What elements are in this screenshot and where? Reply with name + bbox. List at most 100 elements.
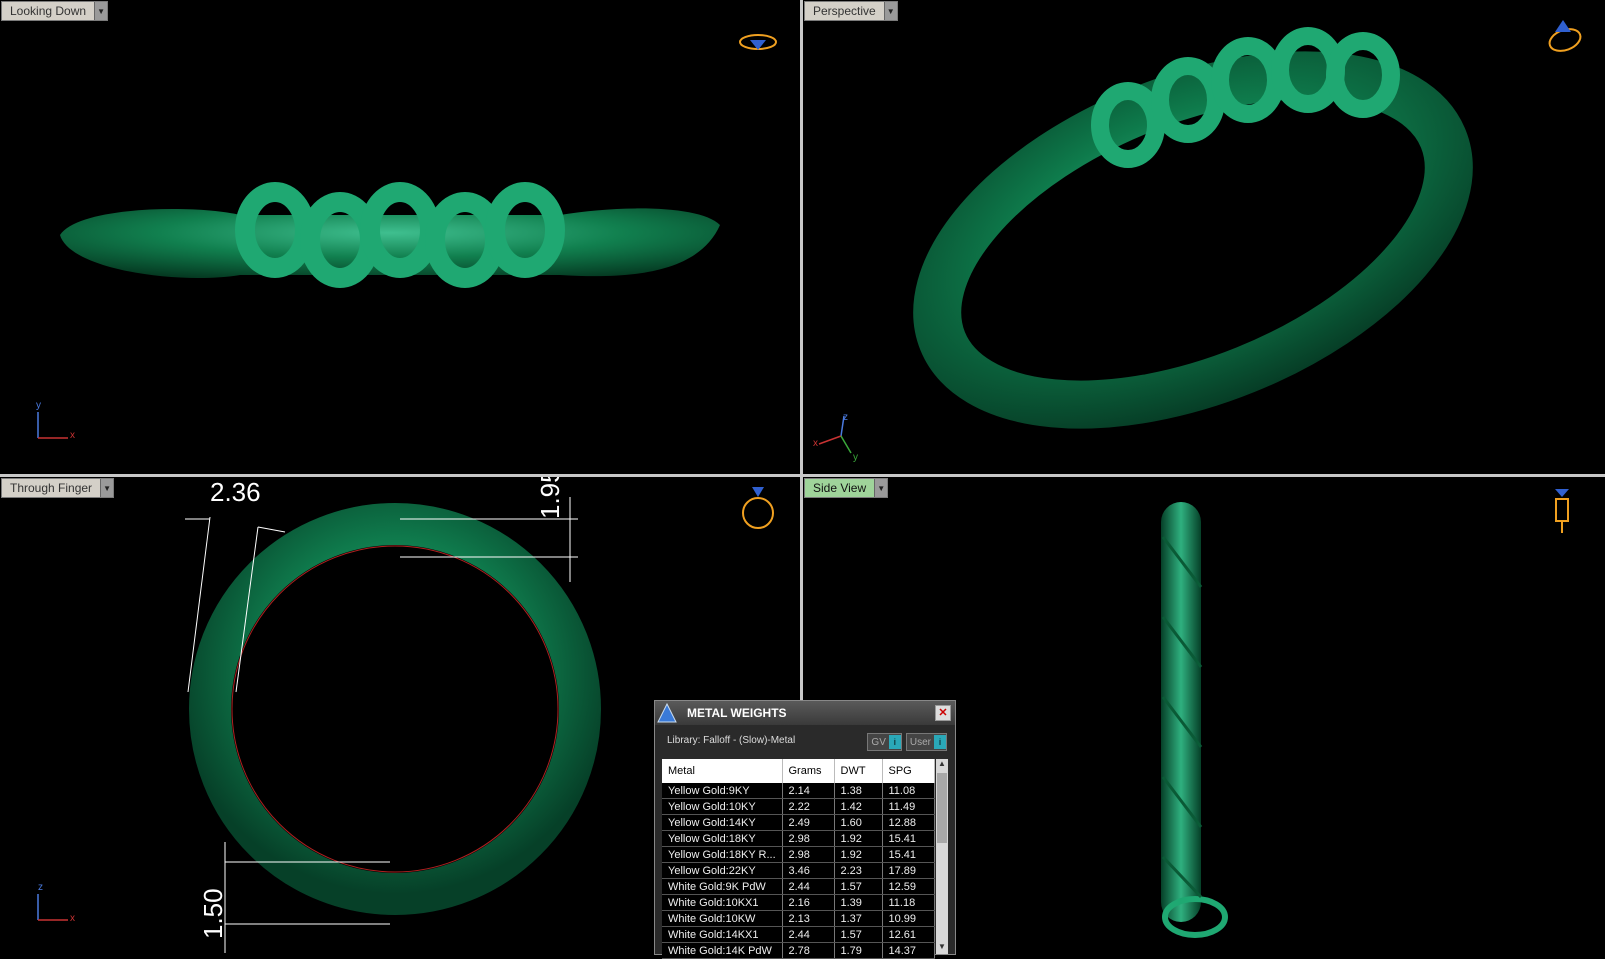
chevron-down-icon[interactable]: ▼ (94, 2, 108, 20)
dimension-label: 1.95 (535, 477, 565, 519)
view-cube-icon[interactable] (1545, 16, 1585, 56)
dimension-label: 1.50 (198, 888, 228, 939)
table-cell: Yellow Gold:18KY R... (662, 846, 783, 863)
table-row[interactable]: White Gold:9K PdW 2.44 1.57 12.59 (662, 878, 935, 895)
table-cell: 2.78 (782, 942, 835, 959)
chevron-down-icon[interactable]: ▼ (883, 2, 897, 20)
close-icon[interactable]: ✕ (935, 705, 951, 721)
gv-toggle[interactable]: GV i (867, 733, 902, 751)
table-cell: 3.46 (782, 862, 835, 879)
scroll-up-icon[interactable]: ▲ (936, 759, 948, 771)
table-cell: 17.89 (882, 862, 935, 879)
axis-z-label: z (38, 882, 43, 893)
viewport-perspective[interactable]: Perspective ▼ z x y (803, 0, 1605, 474)
axis-x-label: x (813, 438, 818, 449)
table-cell: 2.44 (782, 878, 835, 895)
table-cell: 2.23 (834, 862, 883, 879)
ring-model-top-view (60, 182, 720, 288)
table-cell: 11.18 (882, 894, 935, 911)
table-cell: White Gold:9K PdW (662, 878, 783, 895)
table-row[interactable]: White Gold:14KX1 2.44 1.57 12.61 (662, 926, 935, 943)
table-cell: 1.92 (834, 846, 883, 863)
table-row[interactable]: Yellow Gold:10KY 2.22 1.42 11.49 (662, 798, 935, 815)
table-row[interactable]: White Gold:10KX1 2.16 1.39 11.18 (662, 894, 935, 911)
info-icon: i (888, 735, 901, 749)
viewport-divider[interactable] (0, 474, 1605, 477)
table-cell: 1.37 (834, 910, 883, 927)
panel-title: METAL WEIGHTS (687, 706, 787, 720)
axis-y-label: y (853, 452, 858, 463)
axis-z-label: z (843, 412, 848, 423)
viewport-looking-down[interactable]: Looking Down ▼ y x (0, 0, 800, 474)
table-row[interactable]: Yellow Gold:22KY 3.46 2.23 17.89 (662, 862, 935, 879)
info-icon: i (934, 735, 946, 749)
table-scrollbar[interactable]: ▲ ▼ (936, 759, 948, 954)
table-row[interactable]: Yellow Gold:9KY 2.14 1.38 11.08 (662, 783, 935, 799)
table-cell: Yellow Gold:18KY (662, 830, 783, 847)
ring-model-perspective (913, 27, 1473, 429)
viewport-label[interactable]: Side View ▼ (804, 478, 889, 498)
column-header[interactable]: DWT (834, 759, 883, 783)
table-cell: Yellow Gold:14KY (662, 814, 783, 831)
table-cell: 2.44 (782, 926, 835, 943)
table-cell: 2.98 (782, 846, 835, 863)
table-row[interactable]: Yellow Gold:18KY 2.98 1.92 15.41 (662, 830, 935, 847)
column-header[interactable]: Metal (662, 759, 783, 783)
table-cell: 2.13 (782, 910, 835, 927)
panel-title-bar[interactable]: METAL WEIGHTS ✕ (655, 701, 955, 725)
table-cell: 2.14 (782, 783, 835, 799)
library-label: Library: Falloff - (Slow)-Metal (667, 734, 796, 746)
table-cell: 2.98 (782, 830, 835, 847)
axis-triad-icon (818, 415, 852, 454)
viewport-label-text: Side View (805, 479, 875, 497)
table-cell: 1.42 (834, 798, 883, 815)
table-cell: 1.57 (834, 878, 883, 895)
table-cell: 12.61 (882, 926, 935, 943)
column-header[interactable]: SPG (882, 759, 935, 783)
viewport-label-text: Through Finger (2, 479, 101, 497)
table-cell: Yellow Gold:9KY (662, 783, 783, 799)
table-cell: 15.41 (882, 830, 935, 847)
library-row: Library: Falloff - (Slow)-Metal GV i User… (655, 725, 955, 755)
axis-x-label: x (70, 913, 75, 924)
viewport-label-text: Looking Down (2, 2, 95, 20)
table-cell: 2.16 (782, 894, 835, 911)
table-row[interactable]: White Gold:10KW 2.13 1.37 10.99 (662, 910, 935, 927)
scroll-thumb[interactable] (937, 773, 947, 843)
scroll-down-icon[interactable]: ▼ (936, 942, 948, 954)
table-row[interactable]: White Gold:14K PdW 2.78 1.79 14.37 (662, 942, 935, 959)
table-row[interactable]: Yellow Gold:18KY R... 2.98 1.92 15.41 (662, 846, 935, 863)
table-cell: White Gold:14KX1 (662, 926, 783, 943)
dimension-label: 2.36 (210, 477, 261, 507)
table-cell: 15.41 (882, 846, 935, 863)
viewport-label[interactable]: Through Finger ▼ (1, 478, 115, 498)
viewport-label[interactable]: Looking Down ▼ (1, 1, 109, 21)
table-row[interactable]: Yellow Gold:14KY 2.49 1.60 12.88 (662, 814, 935, 831)
table-cell: 1.39 (834, 894, 883, 911)
metal-weights-panel[interactable]: METAL WEIGHTS ✕ Library: Falloff - (Slow… (654, 700, 956, 959)
table-cell: 1.57 (834, 926, 883, 943)
gv-toggle-label: GV (871, 736, 886, 748)
table-cell: 11.49 (882, 798, 935, 815)
viewport-label[interactable]: Perspective ▼ (804, 1, 898, 21)
table-cell: White Gold:10KX1 (662, 894, 783, 911)
column-header[interactable]: Grams (782, 759, 835, 783)
chevron-down-icon[interactable]: ▼ (874, 479, 888, 497)
table-cell: Yellow Gold:10KY (662, 798, 783, 815)
viewport-label-text: Perspective (805, 2, 884, 20)
table-cell: 2.22 (782, 798, 835, 815)
table-header-row: Metal Grams DWT SPG (662, 759, 935, 783)
chevron-down-icon[interactable]: ▼ (100, 479, 114, 497)
table-cell: 11.08 (882, 783, 935, 799)
axis-x-label: x (70, 430, 75, 441)
table-cell: 1.38 (834, 783, 883, 799)
metal-weights-table: Metal Grams DWT SPG Yellow Gold:9KY 2.14 1… (662, 759, 935, 959)
view-cube-icon[interactable] (740, 485, 776, 533)
table-cell: White Gold:10KW (662, 910, 783, 927)
axis-y-label: y (36, 400, 41, 411)
table-cell: 1.92 (834, 830, 883, 847)
view-cube-icon[interactable] (1551, 485, 1573, 535)
view-cube-icon[interactable] (738, 30, 778, 54)
table-cell: 14.37 (882, 942, 935, 959)
user-toggle[interactable]: User i (905, 733, 947, 751)
